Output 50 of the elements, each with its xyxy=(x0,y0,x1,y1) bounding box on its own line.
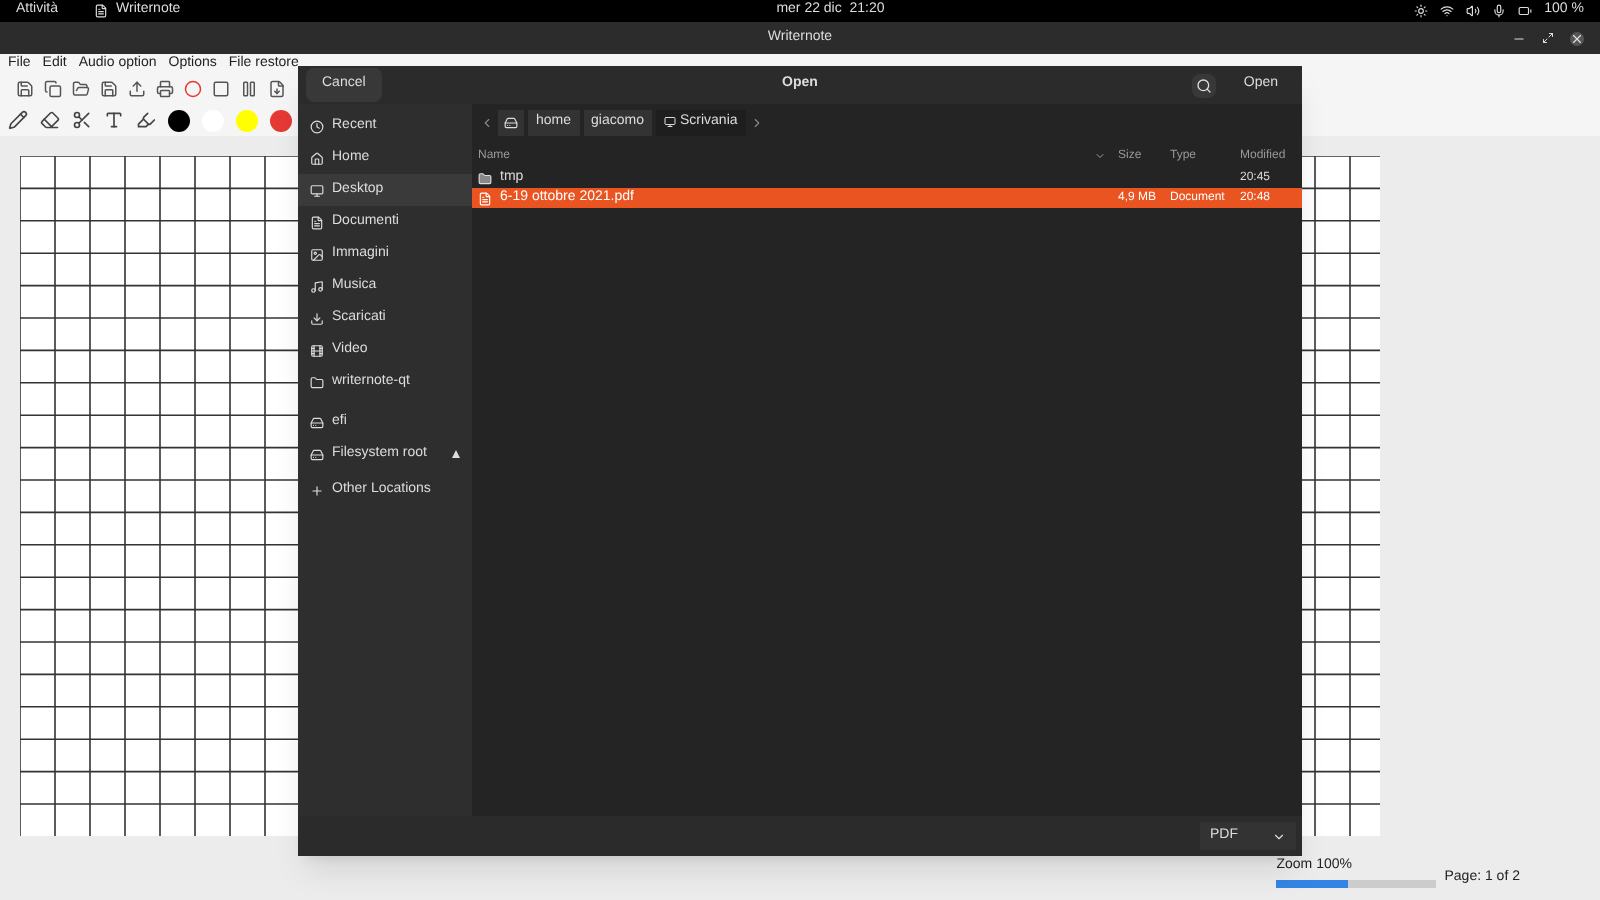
text-icon xyxy=(104,110,124,130)
record-icon xyxy=(184,80,202,98)
search-button[interactable] xyxy=(1191,73,1216,97)
document-icon xyxy=(310,215,324,229)
folder-icon xyxy=(72,80,90,98)
printer-icon xyxy=(156,80,174,98)
house-icon xyxy=(310,151,324,165)
color-swatch[interactable] xyxy=(270,109,292,131)
drive-icon xyxy=(310,415,324,429)
copy-icon xyxy=(44,80,62,98)
forward-icon xyxy=(749,115,764,129)
folder-icon xyxy=(478,171,492,185)
sort-icon xyxy=(1094,150,1106,162)
pause-icon xyxy=(240,80,258,98)
highlighter-icon xyxy=(136,110,156,130)
eject-icon xyxy=(452,450,460,458)
volume-icon xyxy=(1466,4,1481,18)
save-icon xyxy=(100,80,118,98)
microphone-icon xyxy=(1492,4,1507,18)
close-icon xyxy=(1570,31,1584,45)
download-icon xyxy=(310,311,324,325)
document-icon xyxy=(94,4,109,18)
clock-icon xyxy=(310,119,324,133)
plus-icon xyxy=(310,483,324,497)
scissors-icon xyxy=(72,110,92,130)
chevron-down-icon xyxy=(1272,829,1286,843)
brightness-icon xyxy=(1414,4,1429,18)
drive-path-button[interactable] xyxy=(498,109,524,135)
music-icon xyxy=(310,279,324,293)
color-swatch[interactable] xyxy=(168,109,190,131)
stop-icon xyxy=(212,80,230,98)
upload-icon xyxy=(128,80,146,98)
pencil-icon xyxy=(8,110,28,130)
zoom-slider[interactable] xyxy=(1276,880,1437,888)
monitor-icon xyxy=(663,116,676,128)
eraser-icon xyxy=(40,110,60,130)
drive-icon xyxy=(504,115,518,129)
drive-icon xyxy=(310,447,324,461)
file-icon xyxy=(478,191,492,205)
save-icon xyxy=(16,80,34,98)
film-icon xyxy=(310,343,324,357)
file-icon xyxy=(268,80,286,98)
back-icon xyxy=(480,115,494,129)
color-swatch[interactable] xyxy=(236,109,258,131)
monitor-icon xyxy=(310,183,324,197)
search-icon xyxy=(1195,77,1212,93)
image-icon xyxy=(310,247,324,261)
folder-icon xyxy=(310,375,324,389)
battery-icon xyxy=(1518,4,1533,18)
wifi-icon xyxy=(1440,4,1455,18)
